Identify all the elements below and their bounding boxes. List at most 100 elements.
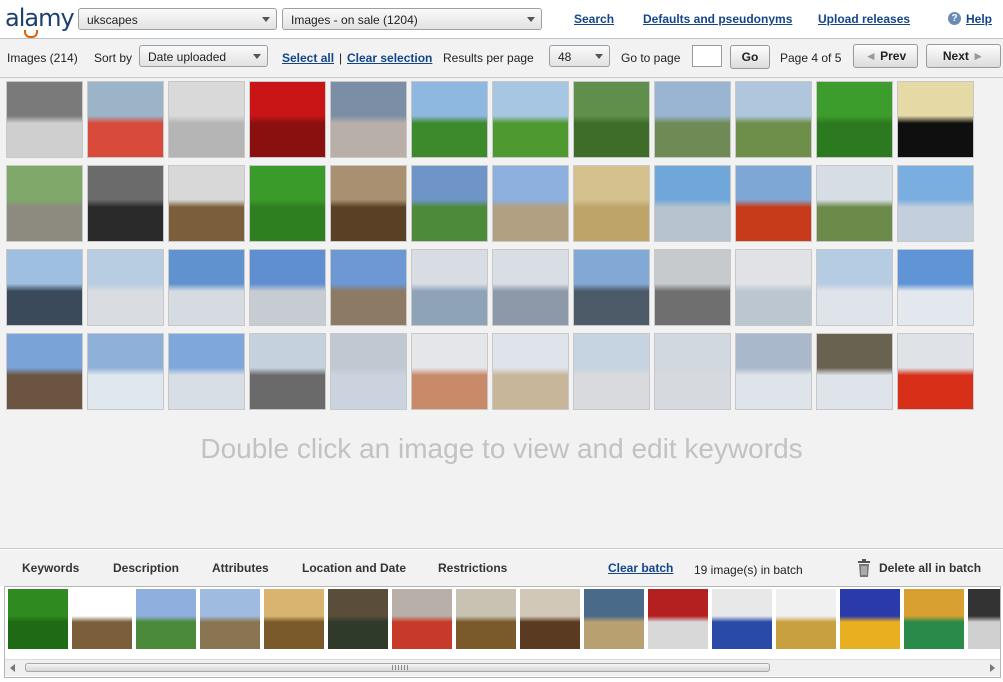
clear-batch-link[interactable]: Clear batch bbox=[608, 561, 673, 575]
batch-thumbnail[interactable] bbox=[456, 589, 516, 649]
go-button[interactable]: Go bbox=[730, 45, 770, 69]
image-thumbnail[interactable] bbox=[7, 250, 82, 325]
top-bar: alamy ukscapes Images - on sale (1204) S… bbox=[0, 0, 1003, 39]
sort-select-value: Date uploaded bbox=[148, 50, 227, 64]
delete-all-in-batch-link[interactable]: Delete all in batch bbox=[879, 561, 981, 575]
results-per-page-value: 48 bbox=[558, 50, 572, 64]
image-thumbnail[interactable] bbox=[817, 250, 892, 325]
image-thumbnail[interactable] bbox=[817, 82, 892, 157]
image-thumbnail[interactable] bbox=[412, 166, 487, 241]
batch-scrollbar[interactable] bbox=[5, 659, 1000, 676]
image-thumbnail[interactable] bbox=[655, 334, 730, 409]
image-thumbnail[interactable] bbox=[88, 250, 163, 325]
tab-restrictions[interactable]: Restrictions bbox=[438, 561, 507, 575]
trash-icon[interactable] bbox=[857, 559, 871, 577]
tab-attributes[interactable]: Attributes bbox=[212, 561, 269, 575]
image-thumbnail[interactable] bbox=[736, 166, 811, 241]
batch-thumbnail[interactable] bbox=[648, 589, 708, 649]
logo-text: alamy bbox=[5, 4, 75, 32]
select-all-link[interactable]: Select all bbox=[282, 51, 334, 65]
image-thumbnail[interactable] bbox=[412, 82, 487, 157]
image-thumbnail[interactable] bbox=[331, 250, 406, 325]
image-thumbnail[interactable] bbox=[655, 250, 730, 325]
sort-select[interactable]: Date uploaded bbox=[139, 45, 268, 67]
upload-releases-link[interactable]: Upload releases bbox=[818, 12, 910, 26]
image-thumbnail[interactable] bbox=[898, 82, 973, 157]
image-thumbnail[interactable] bbox=[7, 334, 82, 409]
alamy-logo[interactable]: alamy bbox=[5, 4, 75, 38]
arrow-left-icon: ◄ bbox=[864, 49, 877, 63]
batch-thumbnail[interactable] bbox=[72, 589, 132, 649]
image-thumbnail[interactable] bbox=[736, 334, 811, 409]
image-thumbnail[interactable] bbox=[331, 82, 406, 157]
image-thumbnail[interactable] bbox=[88, 334, 163, 409]
image-thumbnail[interactable] bbox=[493, 250, 568, 325]
image-thumbnail[interactable] bbox=[7, 166, 82, 241]
image-thumbnail[interactable] bbox=[574, 250, 649, 325]
clear-selection-link[interactable]: Clear selection bbox=[347, 51, 432, 65]
prev-button[interactable]: ◄ Prev bbox=[853, 44, 918, 68]
batch-thumbnail[interactable] bbox=[712, 589, 772, 649]
image-thumbnail[interactable] bbox=[169, 82, 244, 157]
image-thumbnail[interactable] bbox=[493, 82, 568, 157]
batch-thumbnail[interactable] bbox=[392, 589, 452, 649]
tab-location-and-date[interactable]: Location and Date bbox=[302, 561, 406, 575]
image-thumbnail[interactable] bbox=[250, 166, 325, 241]
batch-thumbnail[interactable] bbox=[8, 589, 68, 649]
batch-thumbnail[interactable] bbox=[200, 589, 260, 649]
batch-thumbnail[interactable] bbox=[520, 589, 580, 649]
batch-thumbnail[interactable] bbox=[904, 589, 964, 649]
image-thumbnail[interactable] bbox=[250, 250, 325, 325]
filter-select[interactable]: Images - on sale (1204) bbox=[282, 8, 542, 30]
image-thumbnail[interactable] bbox=[574, 166, 649, 241]
image-thumbnail[interactable] bbox=[817, 166, 892, 241]
image-thumbnail[interactable] bbox=[898, 166, 973, 241]
batch-thumbnail[interactable] bbox=[264, 589, 324, 649]
batch-thumbnail[interactable] bbox=[136, 589, 196, 649]
image-thumbnail[interactable] bbox=[169, 166, 244, 241]
tab-keywords[interactable]: Keywords bbox=[22, 561, 79, 575]
go-to-page-input[interactable] bbox=[692, 45, 722, 67]
defaults-link[interactable]: Defaults and pseudonyms bbox=[643, 12, 792, 26]
image-thumbnail[interactable] bbox=[169, 334, 244, 409]
image-thumbnail[interactable] bbox=[574, 334, 649, 409]
image-thumbnail[interactable] bbox=[493, 166, 568, 241]
search-link[interactable]: Search bbox=[574, 12, 614, 26]
image-thumbnail[interactable] bbox=[7, 82, 82, 157]
image-thumbnail[interactable] bbox=[331, 334, 406, 409]
image-thumbnail[interactable] bbox=[88, 82, 163, 157]
image-thumbnail[interactable] bbox=[736, 82, 811, 157]
next-button[interactable]: Next ► bbox=[926, 44, 1001, 68]
image-thumbnail[interactable] bbox=[898, 334, 973, 409]
help-link[interactable]: Help bbox=[966, 12, 992, 26]
batch-thumbnail[interactable] bbox=[584, 589, 644, 649]
help-icon[interactable]: ? bbox=[948, 12, 961, 25]
scroll-left-icon[interactable] bbox=[10, 664, 15, 672]
results-per-page-select[interactable]: 48 bbox=[549, 45, 610, 67]
image-thumbnail[interactable] bbox=[493, 334, 568, 409]
scroll-right-icon[interactable] bbox=[990, 664, 995, 672]
scrollbar-thumb[interactable] bbox=[25, 663, 770, 672]
account-select[interactable]: ukscapes bbox=[78, 8, 277, 30]
batch-thumbnail[interactable] bbox=[968, 589, 1000, 649]
image-thumbnail[interactable] bbox=[412, 250, 487, 325]
tab-description[interactable]: Description bbox=[113, 561, 179, 575]
batch-thumbnail[interactable] bbox=[776, 589, 836, 649]
results-toolbar: Images (214) Sort by Date uploaded Selec… bbox=[0, 39, 1003, 78]
image-thumbnail[interactable] bbox=[412, 334, 487, 409]
sort-label: Sort by bbox=[94, 51, 133, 65]
image-thumbnail[interactable] bbox=[817, 334, 892, 409]
image-thumbnail[interactable] bbox=[250, 334, 325, 409]
edit-hint: Double click an image to view and edit k… bbox=[200, 433, 803, 464]
image-thumbnail[interactable] bbox=[655, 82, 730, 157]
image-thumbnail[interactable] bbox=[574, 82, 649, 157]
image-thumbnail[interactable] bbox=[331, 166, 406, 241]
batch-thumbnail[interactable] bbox=[328, 589, 388, 649]
image-thumbnail[interactable] bbox=[655, 166, 730, 241]
image-thumbnail[interactable] bbox=[88, 166, 163, 241]
batch-thumbnail[interactable] bbox=[840, 589, 900, 649]
image-thumbnail[interactable] bbox=[898, 250, 973, 325]
image-thumbnail[interactable] bbox=[169, 250, 244, 325]
image-thumbnail[interactable] bbox=[736, 250, 811, 325]
image-thumbnail[interactable] bbox=[250, 82, 325, 157]
